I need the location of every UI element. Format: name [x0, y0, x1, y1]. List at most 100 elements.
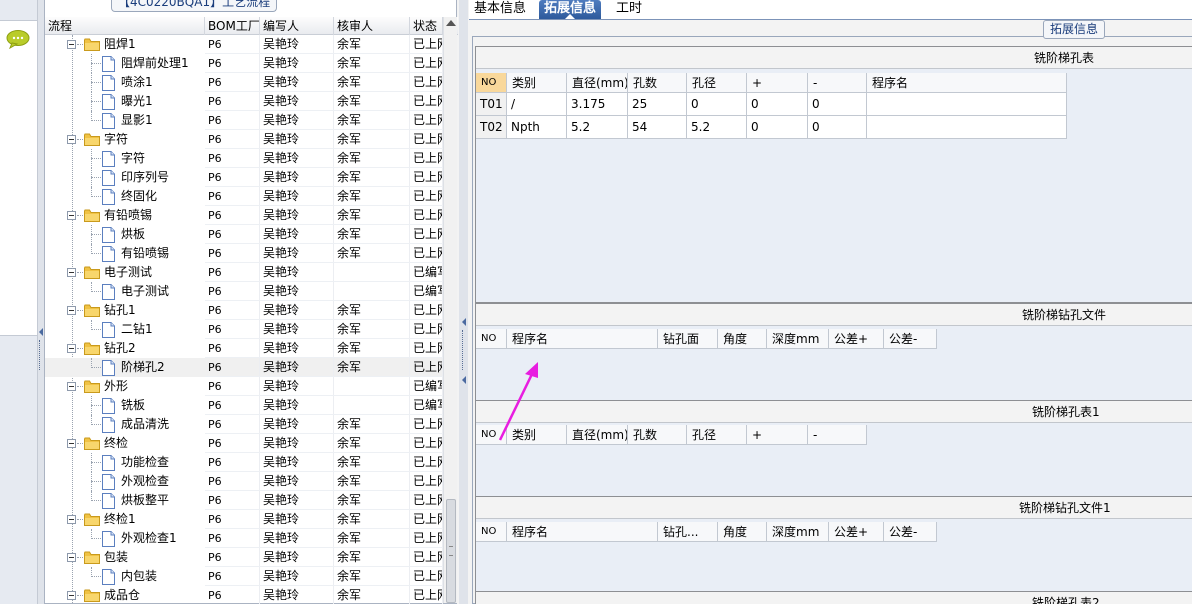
grid-row[interactable]: T01/3.175 25 0 0 0: [476, 93, 1067, 116]
grid-row-header[interactable]: T01: [476, 93, 507, 116]
center-splitter[interactable]: [459, 0, 468, 604]
tree-step-row[interactable]: 曝光1 P6吴艳玲余军已上网: [45, 92, 443, 111]
grid-col-header[interactable]: +: [747, 73, 808, 93]
grid-col-header[interactable]: 深度mm: [767, 329, 829, 349]
tree-step-row[interactable]: 铣板 P6吴艳玲 已编写: [45, 396, 443, 415]
col-header-status[interactable]: 状态: [410, 17, 443, 35]
tree-folder-row[interactable]: 成品仓 P6吴艳玲余军已上网: [45, 586, 443, 604]
col-header-bom-factory[interactable]: BOM工厂: [205, 17, 260, 35]
grid-cell[interactable]: 0: [687, 93, 747, 116]
grid-col-header[interactable]: NO: [476, 329, 507, 349]
grid-col-header[interactable]: 深度mm: [767, 522, 829, 542]
tree-folder-row[interactable]: 有铅喷锡 P6吴艳玲余军已上网: [45, 206, 443, 225]
grid-cell[interactable]: 0: [808, 116, 867, 139]
tree-step-row[interactable]: 喷涂1 P6吴艳玲余军已上网: [45, 73, 443, 92]
collapse-toggle-icon[interactable]: [67, 40, 76, 49]
grid-col-header[interactable]: -: [808, 73, 867, 93]
collapse-toggle-icon[interactable]: [67, 344, 76, 353]
tree-step-row[interactable]: 字符 P6吴艳玲余军已上网: [45, 149, 443, 168]
grid-col-header[interactable]: 类别: [507, 73, 567, 93]
grid-cell[interactable]: 0: [808, 93, 867, 116]
grid-col-header[interactable]: 直径(mm): [567, 73, 628, 93]
grid-col-header[interactable]: 程序名: [507, 522, 658, 542]
tree-step-row[interactable]: 终固化 P6吴艳玲余军已上网: [45, 187, 443, 206]
tree-folder-row[interactable]: 终检 P6吴艳玲余军已上网: [45, 434, 443, 453]
tab-basic-info[interactable]: 基本信息: [469, 0, 531, 19]
grid-col-header[interactable]: 孔数: [628, 425, 687, 445]
grid-col-header[interactable]: +: [747, 425, 808, 445]
collapse-toggle-icon[interactable]: [67, 382, 76, 391]
tree-step-row[interactable]: 烘板 P6吴艳玲余军已上网: [45, 225, 443, 244]
grid-cell[interactable]: Npth: [507, 116, 567, 139]
tree-step-row[interactable]: 外观检查1 P6吴艳玲余军已上网: [45, 529, 443, 548]
collapse-toggle-icon[interactable]: [67, 306, 76, 315]
grid-cell[interactable]: [867, 116, 1067, 139]
grid-col-header[interactable]: 程序名: [507, 329, 658, 349]
tab-work-hours[interactable]: 工时: [611, 0, 647, 19]
col-header-writer[interactable]: 编写人: [260, 17, 334, 35]
tree-folder-row[interactable]: 钻孔2 P6吴艳玲余军已上网: [45, 339, 443, 358]
tree-folder-row[interactable]: 电子测试 P6吴艳玲 已编写: [45, 263, 443, 282]
grid-col-header[interactable]: 公差+: [829, 522, 884, 542]
collapse-arrow-icon[interactable]: [461, 376, 467, 384]
grid-col-header[interactable]: 程序名: [867, 73, 1067, 93]
tree-folder-row[interactable]: 字符 P6吴艳玲余军已上网: [45, 130, 443, 149]
grid-cell[interactable]: 25: [628, 93, 687, 116]
grid-col-header[interactable]: -: [808, 425, 867, 445]
collapse-arrow-icon[interactable]: [461, 318, 467, 326]
grid-col-header[interactable]: 角度: [718, 522, 767, 542]
grid-col-header[interactable]: 公差-: [884, 522, 937, 542]
grid-col-header[interactable]: 钻孔面: [658, 329, 718, 349]
tree-step-row[interactable]: 阻焊前处理1 P6吴艳玲余军已上网: [45, 54, 443, 73]
grid-col-header[interactable]: 直径(mm): [567, 425, 628, 445]
grid-row[interactable]: T02 Npth 5.2 54 5.2 0 0: [476, 116, 1067, 139]
grid-col-header[interactable]: 孔径: [687, 73, 747, 93]
col-header-process[interactable]: 流程: [45, 17, 205, 35]
tree-step-row[interactable]: 有铅喷锡 P6吴艳玲余军已上网: [45, 244, 443, 263]
tree-folder-row[interactable]: 外形 P6吴艳玲 已编写: [45, 377, 443, 396]
collapse-toggle-icon[interactable]: [67, 211, 76, 220]
tree-folder-row[interactable]: 钻孔1 P6吴艳玲余军已上网: [45, 301, 443, 320]
grid-col-header[interactable]: 角度: [718, 329, 767, 349]
tree-step-row[interactable]: 内包装 P6吴艳玲余军已上网: [45, 567, 443, 586]
tree-step-row[interactable]: 外观检查 P6吴艳玲余军已上网: [45, 472, 443, 491]
grid-cell[interactable]: [867, 93, 1067, 116]
collapse-toggle-icon[interactable]: [67, 591, 76, 600]
tree-step-row[interactable]: 电子测试 P6吴艳玲 已编写: [45, 282, 443, 301]
grid-cell[interactable]: 3.175: [567, 93, 628, 116]
collapse-toggle-icon[interactable]: [67, 268, 76, 277]
grid-col-header[interactable]: NO: [476, 73, 507, 93]
grid-cell[interactable]: /: [507, 93, 567, 116]
scroll-up-arrow-icon[interactable]: [446, 20, 456, 26]
tree-folder-row[interactable]: 包装 P6吴艳玲余军已上网: [45, 548, 443, 567]
grid-cell[interactable]: 0: [747, 116, 808, 139]
grid-cell[interactable]: 54: [628, 116, 687, 139]
grid-row-header[interactable]: T02: [476, 116, 507, 139]
grid-col-header[interactable]: 孔径: [687, 425, 747, 445]
tree-step-row[interactable]: 成品清洗 P6吴艳玲余军已上网: [45, 415, 443, 434]
scrollbar-thumb[interactable]: [446, 499, 456, 603]
collapse-toggle-icon[interactable]: [67, 135, 76, 144]
grid-col-header[interactable]: 钻孔...: [658, 522, 718, 542]
tree-scrollbar[interactable]: [443, 17, 457, 603]
col-header-reviewer[interactable]: 核审人: [334, 17, 410, 35]
grid-col-header[interactable]: 公差-: [884, 329, 937, 349]
grid-col-header[interactable]: NO: [476, 522, 507, 542]
tree-step-row[interactable]: 烘板整平 P6吴艳玲余军已上网: [45, 491, 443, 510]
collapse-toggle-icon[interactable]: [67, 553, 76, 562]
tree-folder-row[interactable]: 终检1 P6吴艳玲余军已上网: [45, 510, 443, 529]
tree-folder-row[interactable]: 阻焊1 P6吴艳玲余军已上网: [45, 35, 443, 54]
tree-step-row[interactable]: 阶梯孔2 P6吴艳玲余军已上网: [45, 358, 443, 377]
tree-step-row[interactable]: 二钻1 P6吴艳玲余军已上网: [45, 320, 443, 339]
tree-step-row[interactable]: 印序列号 P6吴艳玲余军已上网: [45, 168, 443, 187]
speech-bubble-icon[interactable]: [6, 29, 30, 49]
tree-step-row[interactable]: 显影1 P6吴艳玲余军已上网: [45, 111, 443, 130]
grid-cell[interactable]: 5.2: [567, 116, 628, 139]
grid-cell[interactable]: 5.2: [687, 116, 747, 139]
tree-step-row[interactable]: 功能检查 P6吴艳玲余军已上网: [45, 453, 443, 472]
collapse-toggle-icon[interactable]: [67, 515, 76, 524]
collapse-toggle-icon[interactable]: [67, 439, 76, 448]
grid-col-header[interactable]: 公差+: [829, 329, 884, 349]
grid-col-header[interactable]: 孔数: [628, 73, 687, 93]
grid-cell[interactable]: 0: [747, 93, 808, 116]
